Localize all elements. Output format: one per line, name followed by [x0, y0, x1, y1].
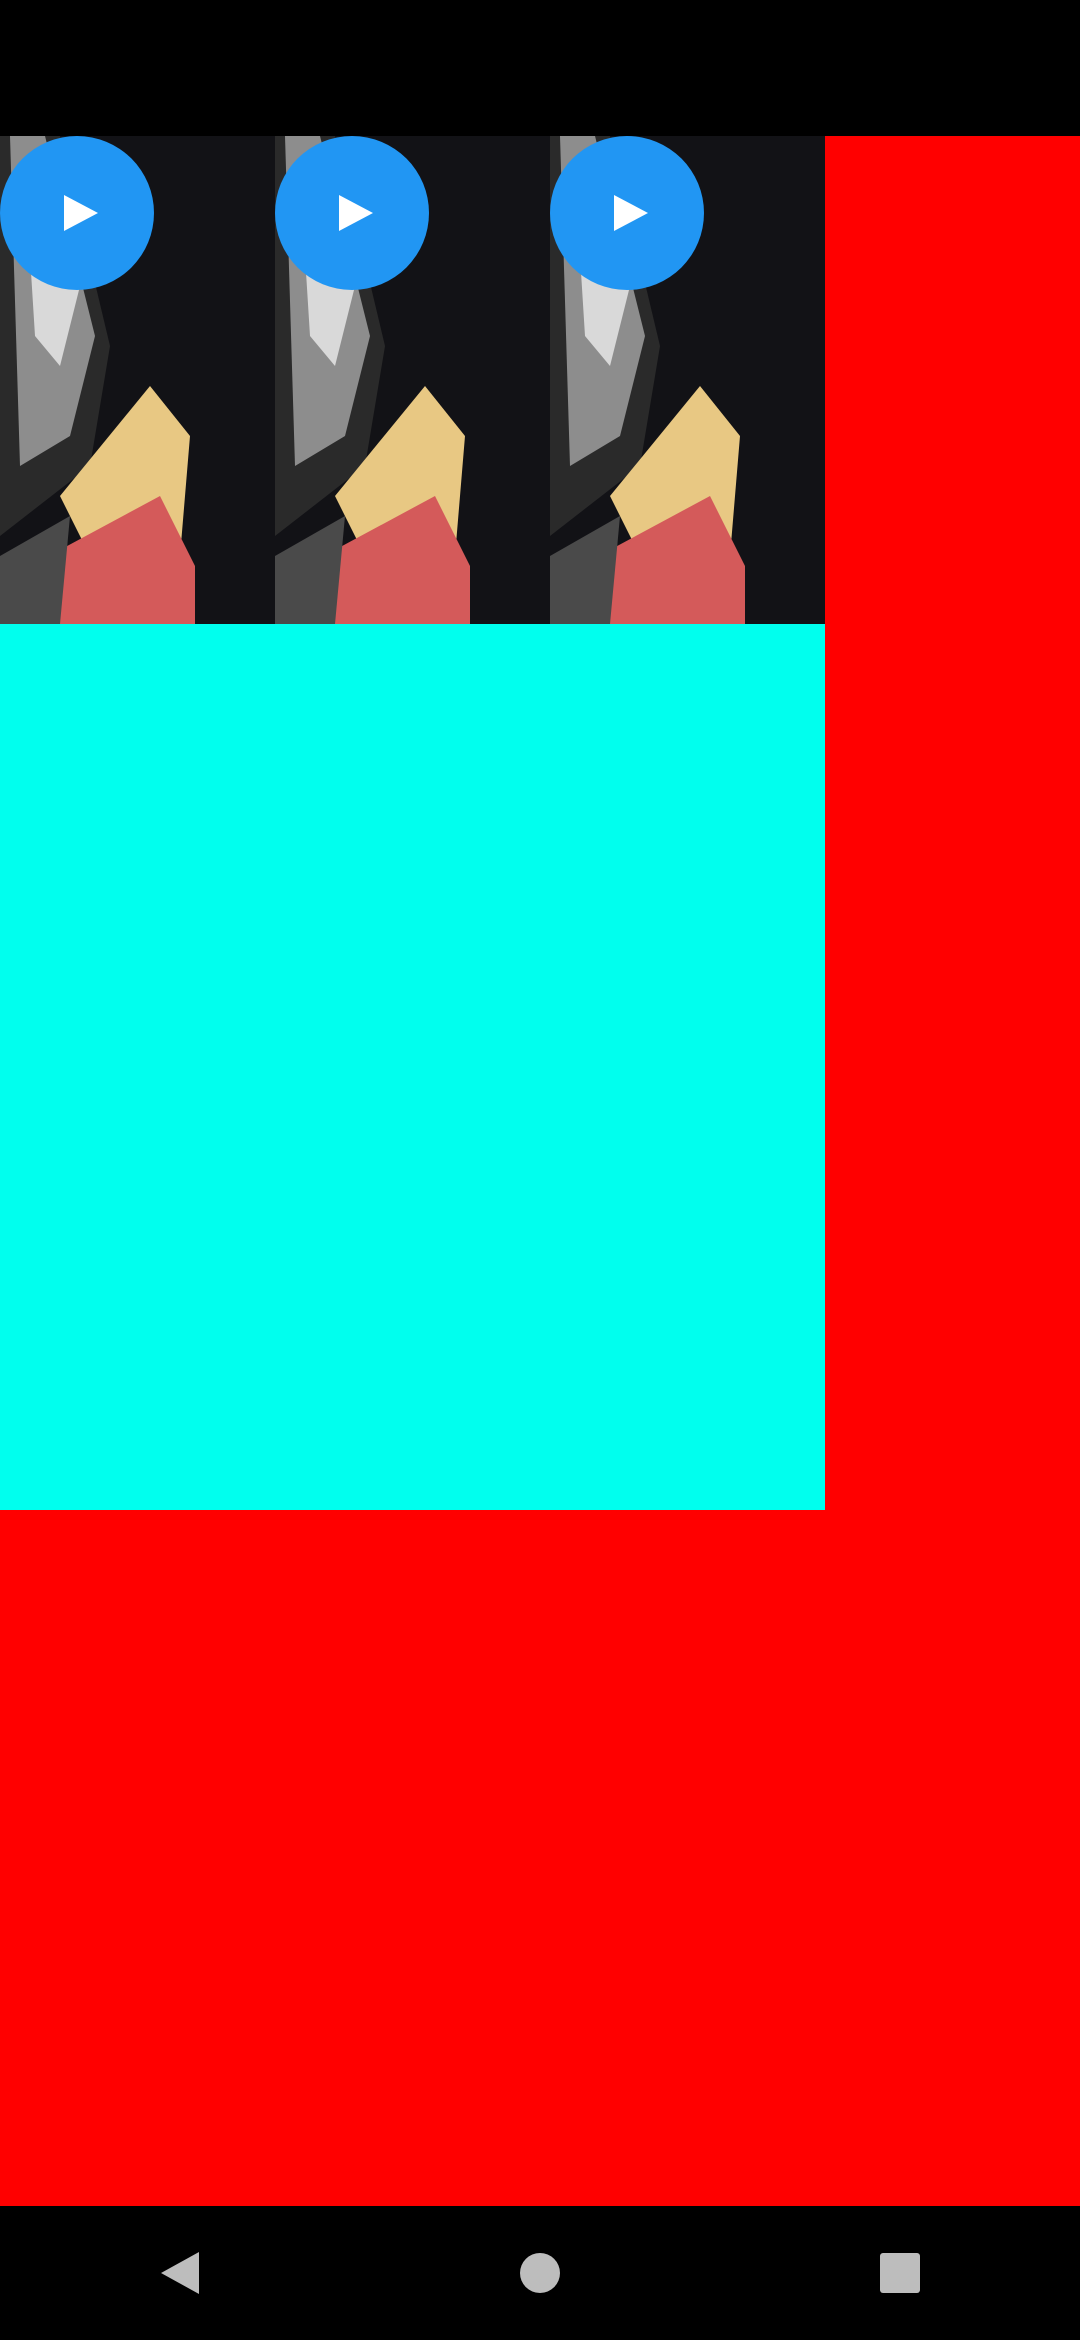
back-button[interactable] [120, 2213, 240, 2333]
video-thumbnail-3[interactable] [550, 136, 825, 624]
screen [0, 0, 1080, 2340]
home-circle-icon [520, 2253, 560, 2293]
video-thumbnail-1[interactable] [0, 136, 275, 624]
recents-square-icon [880, 2253, 920, 2293]
content-area [0, 136, 1080, 2206]
play-button[interactable] [275, 136, 429, 290]
play-icon [614, 195, 648, 231]
play-icon [64, 195, 98, 231]
video-thumbnail-row [0, 136, 825, 624]
cyan-panel [0, 624, 825, 1510]
play-button[interactable] [0, 136, 154, 290]
play-button[interactable] [550, 136, 704, 290]
home-button[interactable] [480, 2213, 600, 2333]
video-thumbnail-2[interactable] [275, 136, 550, 624]
back-triangle-icon [161, 2252, 199, 2294]
play-icon [339, 195, 373, 231]
navigation-bar [0, 2206, 1080, 2340]
recents-button[interactable] [840, 2213, 960, 2333]
status-bar [0, 0, 1080, 136]
